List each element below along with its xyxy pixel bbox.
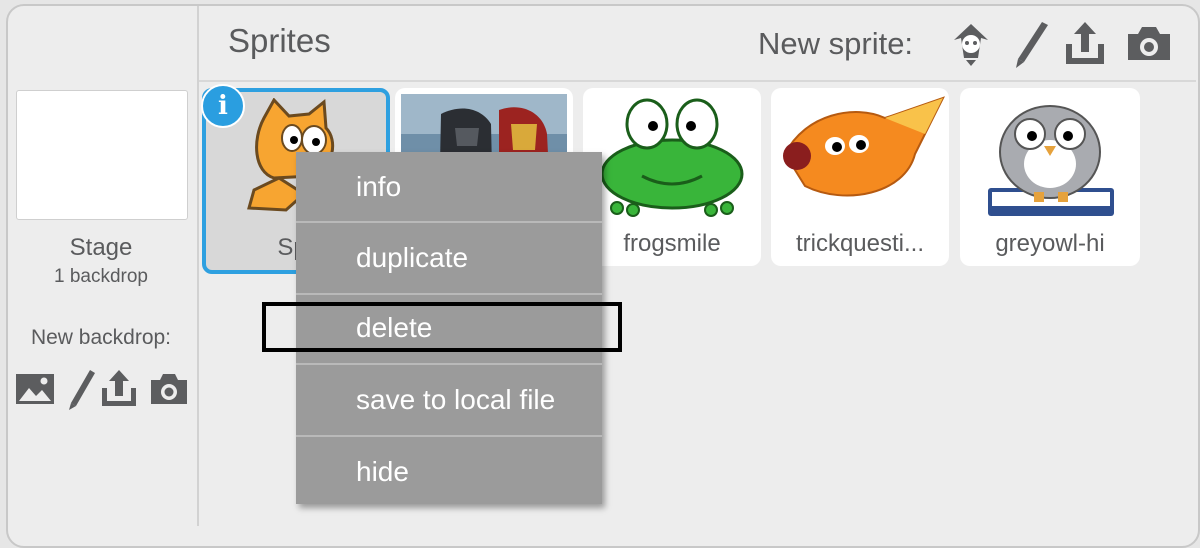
backdrop-count: 1 backdrop — [53, 266, 148, 287]
new-sprite-label: New sprite: — [758, 26, 914, 61]
sprite-name: trickquesti... — [795, 230, 925, 257]
sprite-name: frogsmile — [623, 230, 721, 257]
menu-item-duplicate[interactable]: duplicate — [296, 223, 602, 293]
sprite-tile-greyowl[interactable]: greyowl-hi — [960, 88, 1140, 266]
camera-icon[interactable] — [1124, 18, 1174, 68]
sprite-info-button[interactable]: i — [201, 84, 245, 128]
stage-thumbnail[interactable] — [16, 90, 188, 220]
sprite-name: greyowl-hi — [995, 230, 1105, 257]
choose-backdrop-from-library-icon[interactable] — [14, 368, 56, 410]
backdrop-camera-icon[interactable] — [148, 368, 190, 410]
sprite-tile-frogsmile[interactable]: frogsmile — [583, 88, 761, 266]
menu-item-hide[interactable]: hide — [296, 437, 602, 507]
fox-sprite-thumbnail — [783, 96, 945, 197]
choose-sprite-from-library-icon[interactable] — [946, 18, 996, 68]
stage-label: Stage — [69, 234, 133, 261]
upload-backdrop-icon[interactable] — [98, 368, 140, 410]
owl-sprite-thumbnail — [988, 105, 1114, 216]
menu-item-info[interactable]: info — [296, 152, 602, 222]
sprites-title: Sprites — [228, 22, 331, 59]
header-divider — [199, 80, 1196, 82]
stage-divider — [197, 6, 199, 526]
paint-new-sprite-icon[interactable] — [1006, 18, 1056, 68]
upload-sprite-icon[interactable] — [1060, 18, 1110, 68]
menu-item-save-to-local-file[interactable]: save to local file — [296, 365, 602, 435]
sprite-tile-trickquestion[interactable]: trickquesti... — [771, 88, 949, 266]
frog-sprite-thumbnail — [600, 98, 744, 217]
new-backdrop-label: New backdrop: — [30, 326, 172, 349]
delete-highlight-box — [262, 302, 622, 352]
